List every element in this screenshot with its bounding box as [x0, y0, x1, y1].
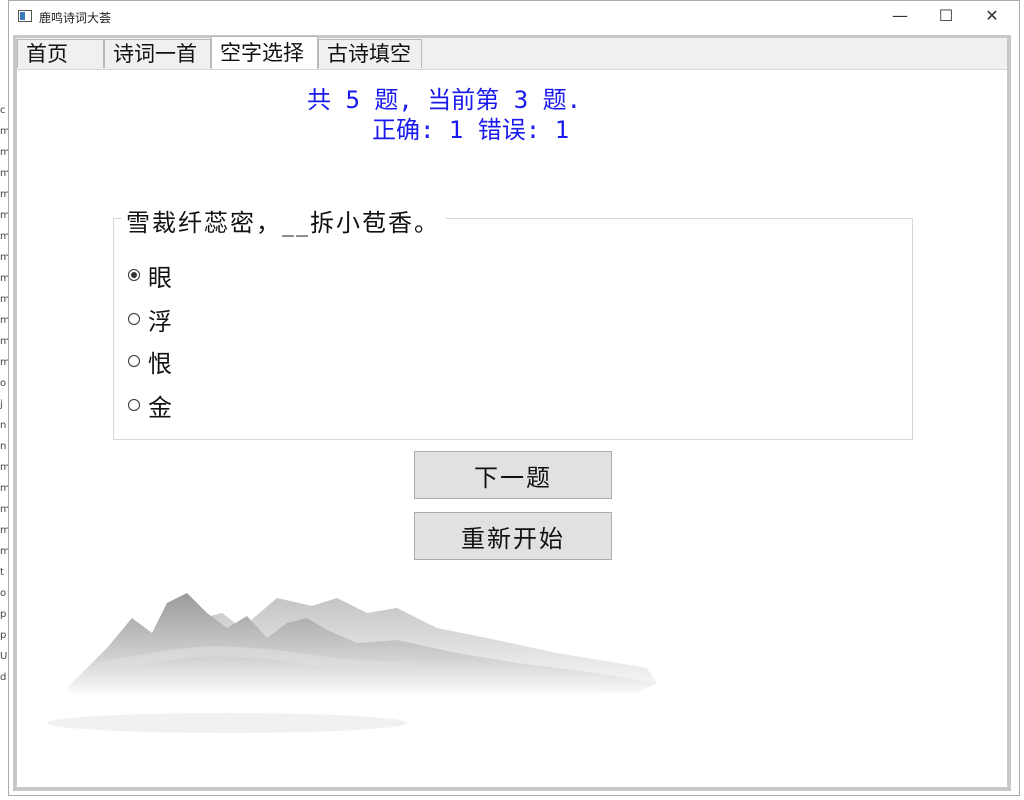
- option-label: 金: [148, 393, 172, 422]
- tab-fill-in-poem[interactable]: 古诗填空: [318, 39, 422, 68]
- next-question-button[interactable]: 下一题: [414, 451, 612, 499]
- restart-button[interactable]: 重新开始: [414, 512, 612, 560]
- app-icon: [18, 10, 32, 22]
- tab-one-poem[interactable]: 诗词一首: [104, 39, 211, 68]
- option-label: 浮: [148, 307, 172, 336]
- background-window-edge: cmmmmmmmmmmmmojnnmmmmmtoppUd: [0, 100, 8, 720]
- radio-unchecked-icon[interactable]: [128, 313, 140, 325]
- mountain-landscape-painting: [47, 593, 657, 733]
- client-area: 首页 诗词一首 古诗填空 空字选择 共 5 题, 当前第 3 题. 正确: 1 …: [13, 35, 1011, 791]
- maximize-button[interactable]: ☐: [923, 1, 969, 31]
- option-radio-0[interactable]: 眼: [128, 255, 172, 295]
- tab-bar: 首页 诗词一首 古诗填空 空字选择: [17, 36, 1007, 70]
- option-label: 恨: [148, 349, 172, 378]
- close-button[interactable]: ✕: [969, 1, 1015, 31]
- radio-unchecked-icon[interactable]: [128, 399, 140, 411]
- option-radio-3[interactable]: 金: [128, 385, 172, 425]
- option-radio-1[interactable]: 浮: [128, 299, 172, 339]
- question-text: 雪裁纤蕊密，__拆小苞香。: [122, 203, 446, 238]
- title-bar: 鹿鸣诗词大荟 — ☐ ✕: [9, 1, 1019, 33]
- score-display: 正确: 1 错误: 1: [372, 116, 570, 144]
- window-title: 鹿鸣诗词大荟: [39, 11, 112, 25]
- option-radio-2[interactable]: 恨: [128, 341, 172, 381]
- radio-unchecked-icon[interactable]: [128, 355, 140, 367]
- option-label: 眼: [148, 263, 172, 292]
- tab-home[interactable]: 首页: [17, 39, 104, 68]
- app-window: 鹿鸣诗词大荟 — ☐ ✕ 首页 诗词一首 古诗填空 空字选择 共 5 题, 当前…: [8, 0, 1020, 796]
- minimize-button[interactable]: —: [877, 1, 923, 31]
- radio-checked-icon[interactable]: [128, 269, 140, 281]
- tab-blank-choice[interactable]: 空字选择: [211, 36, 318, 69]
- question-group: 雪裁纤蕊密，__拆小苞香。 眼 浮 恨 金: [113, 203, 913, 440]
